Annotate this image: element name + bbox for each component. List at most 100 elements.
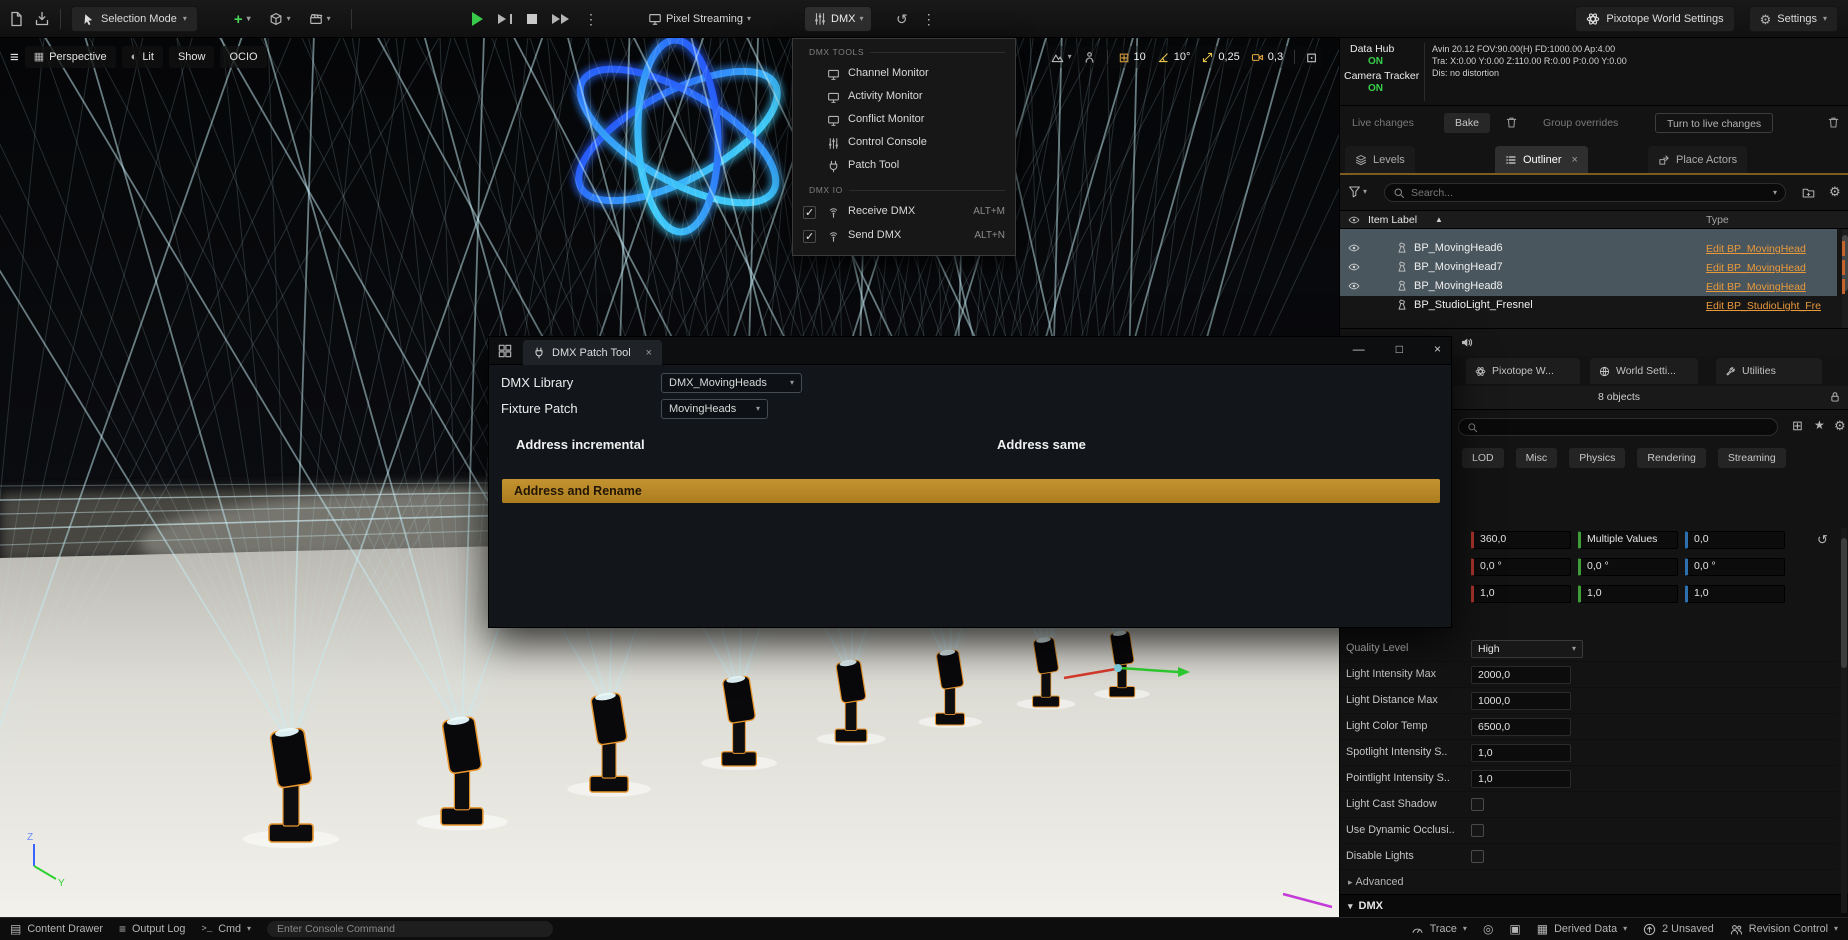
- camera-speed-control[interactable]: 0,3: [1251, 51, 1283, 64]
- table-row[interactable]: BP_StudioLight_Fresnel Edit BP_StudioLig…: [1340, 296, 1837, 315]
- menu-item-send-dmx[interactable]: Send DMX ALT+N: [793, 225, 1015, 249]
- scale-z-field[interactable]: 1,0: [1685, 585, 1785, 603]
- frame-skip-button[interactable]: [498, 14, 512, 24]
- trace-dropdown[interactable]: Trace ▾: [1411, 923, 1467, 936]
- edit-blueprint-link[interactable]: Edit BP_MovingHead: [1706, 262, 1806, 274]
- maximize-icon[interactable]: □: [1396, 342, 1403, 356]
- perspective-dropdown[interactable]: ▦ Perspective: [25, 46, 116, 68]
- settings-dropdown[interactable]: ⚙ Settings ▾: [1749, 6, 1838, 32]
- light-color-temp-field[interactable]: 6500,0: [1471, 718, 1571, 736]
- scrollbar-thumb[interactable]: [1841, 538, 1847, 668]
- dmx-library-dropdown[interactable]: DMX_MovingHeads▾: [661, 373, 802, 393]
- ocio-dropdown[interactable]: OCIO: [220, 46, 266, 68]
- tab-lod[interactable]: LOD: [1462, 448, 1504, 468]
- revision-control-dropdown[interactable]: Revision Control ▾: [1730, 923, 1838, 936]
- viewport-menu-icon[interactable]: ≡: [10, 50, 19, 65]
- toolbar-kebab-icon[interactable]: ⋮: [922, 12, 936, 26]
- output-log-button[interactable]: ≡ Output Log: [119, 923, 185, 935]
- table-row[interactable]: BP_MovingHead8 Edit BP_MovingHead: [1340, 277, 1837, 296]
- scale-y-field[interactable]: 1,0: [1578, 585, 1678, 603]
- menu-item-conflict-monitor[interactable]: Conflict Monitor: [793, 109, 1015, 132]
- use-dynamic-occlusion-checkbox[interactable]: [1471, 824, 1484, 837]
- details-search[interactable]: [1458, 418, 1778, 436]
- grid-snap-toggle[interactable]: ⊞10: [1119, 51, 1146, 64]
- tab-world-settings[interactable]: World Setti...: [1590, 358, 1698, 384]
- menu-item-activity-monitor[interactable]: Activity Monitor: [793, 86, 1015, 109]
- rotation-z-field[interactable]: 0,0: [1685, 531, 1785, 549]
- cinematics-button[interactable]: ▾: [309, 12, 331, 26]
- tab-outliner[interactable]: Outliner ×: [1495, 146, 1588, 173]
- disable-lights-checkbox[interactable]: [1471, 850, 1484, 863]
- group-overrides-button[interactable]: Group overrides: [1543, 113, 1618, 133]
- menu-item-control-console[interactable]: Control Console: [793, 132, 1015, 155]
- reset-to-default-icon[interactable]: ↺: [1817, 533, 1828, 546]
- audio-icon[interactable]: [1460, 336, 1473, 349]
- bake-button[interactable]: Bake: [1444, 113, 1490, 133]
- table-row-partial[interactable]: [1340, 229, 1837, 239]
- spotlight-intensity-field[interactable]: 1,0: [1471, 744, 1571, 762]
- angle-y-field[interactable]: 0,0 °: [1578, 558, 1678, 576]
- console-variables-icon[interactable]: ▣: [1509, 923, 1520, 935]
- tab-rendering[interactable]: Rendering: [1637, 448, 1705, 468]
- scale-x-field[interactable]: 1,0: [1471, 585, 1571, 603]
- derived-data-dropdown[interactable]: ▦ Derived Data ▾: [1537, 923, 1627, 935]
- lit-dropdown[interactable]: ◐ Lit: [122, 46, 163, 68]
- tab-levels[interactable]: Levels: [1345, 146, 1415, 173]
- unsaved-changes-button[interactable]: 2 Unsaved: [1643, 923, 1714, 936]
- rotation-x-field[interactable]: 360,0: [1471, 531, 1571, 549]
- pointlight-intensity-field[interactable]: 1,0: [1471, 770, 1571, 788]
- send-dmx-checkbox[interactable]: [803, 230, 816, 243]
- menu-item-receive-dmx[interactable]: Receive DMX ALT+M: [793, 201, 1015, 225]
- show-dropdown[interactable]: Show: [169, 46, 215, 68]
- actor-snap-icon[interactable]: [1083, 51, 1096, 64]
- light-distance-max-field[interactable]: 1000,0: [1471, 692, 1571, 710]
- close-icon[interactable]: ×: [1434, 342, 1441, 356]
- table-row[interactable]: BP_MovingHead6 Edit BP_MovingHead: [1340, 239, 1837, 258]
- patch-tool-tab[interactable]: DMX Patch Tool ×: [523, 340, 662, 365]
- rotation-y-field[interactable]: Multiple Values: [1578, 531, 1678, 549]
- console-command-input[interactable]: [267, 921, 553, 937]
- dmx-dropdown[interactable]: DMX ▾: [804, 6, 872, 32]
- receive-dmx-checkbox[interactable]: [803, 206, 816, 219]
- edit-blueprint-link[interactable]: Edit BP_MovingHead: [1706, 281, 1806, 293]
- live-changes-button[interactable]: Live changes: [1352, 113, 1414, 133]
- eye-icon[interactable]: [1348, 242, 1360, 254]
- play-button[interactable]: [472, 12, 483, 26]
- tab-utilities[interactable]: Utilities: [1716, 358, 1822, 384]
- details-search-input[interactable]: [1484, 421, 1769, 433]
- selection-mode-dropdown[interactable]: Selection Mode ▾: [71, 6, 198, 32]
- cmd-dropdown[interactable]: >_ Cmd ▾: [201, 923, 251, 935]
- eye-icon[interactable]: [1348, 261, 1360, 273]
- blueprints-button[interactable]: ▾: [269, 12, 291, 26]
- trash-icon[interactable]: [1505, 116, 1518, 129]
- fixture-patch-dropdown[interactable]: MovingHeads▾: [661, 399, 768, 419]
- angle-x-field[interactable]: 0,0 °: [1471, 558, 1571, 576]
- tab-pixotope-world[interactable]: Pixotope W...: [1466, 358, 1580, 384]
- content-drawer-button[interactable]: ▤ Content Drawer: [10, 923, 103, 935]
- table-row[interactable]: BP_MovingHead7 Edit BP_MovingHead: [1340, 258, 1837, 277]
- pixel-streaming-dropdown[interactable]: Pixel Streaming ▾: [648, 12, 751, 26]
- import-icon[interactable]: [34, 11, 50, 27]
- address-and-rename-button[interactable]: Address and Rename: [502, 479, 1440, 503]
- menu-item-patch-tool[interactable]: Patch Tool: [793, 155, 1015, 178]
- scale-snap-toggle[interactable]: 0,25: [1201, 51, 1239, 64]
- new-folder-icon[interactable]: [1802, 186, 1815, 199]
- pixotope-world-settings-button[interactable]: Pixotope World Settings: [1575, 6, 1734, 32]
- favorites-star-icon[interactable]: ★: [1814, 419, 1825, 431]
- quality-level-dropdown[interactable]: High▾: [1471, 640, 1583, 658]
- turn-to-live-changes-button[interactable]: Turn to live changes: [1655, 113, 1773, 133]
- outliner-search[interactable]: ▾: [1384, 183, 1786, 202]
- outliner-filter-button[interactable]: ▾: [1348, 185, 1367, 198]
- play-options-kebab-icon[interactable]: ⋮: [584, 12, 598, 26]
- light-intensity-max-field[interactable]: 2000,0: [1471, 666, 1571, 684]
- stop-button[interactable]: [527, 14, 537, 24]
- column-type[interactable]: Type: [1706, 214, 1729, 226]
- advance-button[interactable]: [552, 14, 569, 24]
- display-grid-icon[interactable]: ⊞: [1792, 419, 1803, 432]
- dmx-section-header[interactable]: ▾ DMX: [1340, 894, 1848, 917]
- window-panes-icon[interactable]: [498, 344, 512, 358]
- trash-icon[interactable]: [1827, 116, 1840, 129]
- tab-streaming[interactable]: Streaming: [1718, 448, 1786, 468]
- view-mode-icon[interactable]: ▾: [1051, 51, 1072, 64]
- eye-icon[interactable]: [1348, 280, 1360, 292]
